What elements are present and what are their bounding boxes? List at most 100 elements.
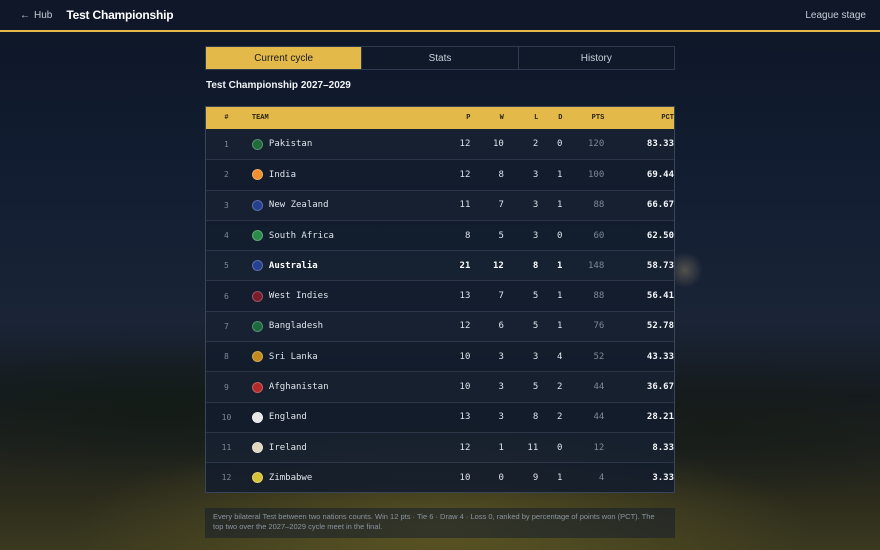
team-cell: India [247,169,405,181]
table-body: 1 Pakistan 12 10 2 0 120 83.33 2 India 12 8 3 1 100 69.… [206,129,674,493]
south-africa-flag-icon [251,230,263,242]
won-cell: 12 [493,260,504,271]
team-name: England [268,412,307,423]
points-cell: 44 [593,382,605,393]
points-cell: 120 [588,139,605,150]
points-cell: 60 [593,230,605,241]
drawn-cell: 1 [557,291,563,302]
afghanistan-flag-icon [251,381,263,393]
tab-bar: Current cycle Stats History [205,46,675,70]
table-row[interactable]: 12 Zimbabwe 10 0 9 1 4 3.33 [206,462,674,492]
won-cell: 8 [498,169,504,180]
drawn-cell: 1 [557,260,563,271]
won-cell: 3 [498,382,504,393]
back-to-hub-button[interactable]: ← Hub [20,10,52,21]
team-name: Zimbabwe [268,472,313,483]
points-cell: 44 [593,412,605,423]
lost-cell: 8 [532,412,539,423]
won-cell: 6 [498,321,504,332]
rank-cell: 7 [224,321,229,331]
drawn-cell: 0 [557,442,563,453]
rank-cell: 2 [224,170,229,180]
table-row[interactable]: 2 India 12 8 3 1 100 69.44 [206,159,674,189]
new-zealand-flag-icon [251,199,263,211]
table-row[interactable]: 8 Sri Lanka 10 3 3 4 52 43.33 [206,341,674,371]
points-cell: 52 [593,351,605,362]
rank-cell: 11 [221,443,232,453]
table-row[interactable]: 11 Ireland 12 1 11 0 12 8.33 [206,431,674,462]
percentage-cell: 43.33 [646,351,675,362]
points-cell: 88 [593,200,605,211]
column-header-rank: # [224,114,229,122]
drawn-cell: 2 [557,382,563,393]
lost-cell: 2 [532,139,539,150]
table-row[interactable]: 9 Afghanistan 10 3 5 2 44 36.67 [206,371,674,401]
team-cell: Sri Lanka [247,351,405,363]
lost-cell: 3 [532,200,539,211]
back-label: Hub [34,9,53,21]
tab-stats[interactable]: Stats [361,47,517,69]
stage-label: League stage [805,9,866,21]
played-cell: 10 [459,472,471,483]
team-name: Sri Lanka [268,351,318,362]
team-name: Australia [268,260,318,271]
won-cell: 1 [498,442,504,453]
played-cell: 12 [459,169,471,180]
team-cell: New Zealand [247,199,405,211]
team-cell: Pakistan [247,138,405,150]
team-cell: England [247,411,405,423]
points-footnote: Every bilateral Test between two nations… [205,508,675,538]
lost-cell: 8 [532,260,539,271]
drawn-cell: 1 [557,200,563,211]
percentage-cell: 62.50 [646,230,675,241]
percentage-cell: 58.73 [646,260,675,271]
column-header-points: PTS [591,114,605,122]
table-row[interactable]: 5 Australia 21 12 8 1 148 58.73 [206,250,674,280]
team-name: Bangladesh [268,321,324,332]
tab-current-cycle[interactable]: Current cycle [206,47,362,69]
table-row[interactable]: 1 Pakistan 12 10 2 0 120 83.33 [206,129,674,159]
won-cell: 5 [498,230,504,241]
table-header: # TEAM P W L D PTS PCT [206,107,674,129]
team-name: Afghanistan [268,382,329,393]
points-cell: 4 [598,472,605,483]
lost-cell: 3 [532,169,539,180]
team-name: West Indies [268,291,329,302]
drawn-cell: 0 [557,139,563,150]
won-cell: 3 [498,412,504,423]
australia-flag-icon [251,260,263,272]
lost-cell: 3 [532,351,539,362]
points-cell: 76 [593,321,605,332]
team-cell: Zimbabwe [247,472,405,484]
table-row[interactable]: 7 Bangladesh 12 6 5 1 76 52.78 [206,310,674,341]
points-cell: 100 [588,169,605,180]
team-name: Ireland [268,442,307,453]
tab-history[interactable]: History [517,47,674,69]
table-row[interactable]: 3 New Zealand 11 7 3 1 88 66.67 [206,189,674,220]
bangladesh-flag-icon [251,320,263,332]
india-flag-icon [251,169,263,181]
played-cell: 8 [464,230,471,241]
percentage-cell: 28.21 [646,412,675,423]
lost-cell: 5 [532,382,539,393]
played-cell: 10 [459,382,471,393]
table-row[interactable]: 10 England 13 3 8 2 44 28.21 [206,401,675,432]
table-row[interactable]: 6 West Indies 13 7 5 1 88 56.41 [206,280,674,310]
percentage-cell: 69.44 [646,169,675,180]
percentage-cell: 56.41 [646,291,675,302]
rank-cell: 9 [224,382,229,392]
rank-cell: 4 [224,231,229,241]
won-cell: 10 [493,139,504,150]
table-row[interactable]: 4 South Africa 8 5 3 0 60 62.50 [206,219,675,250]
column-header-drawn: D [558,114,563,122]
drawn-cell: 1 [557,321,563,332]
arrow-left-icon: ← [20,9,30,21]
team-cell: South Africa [247,230,405,242]
column-header-lost: L [534,114,539,122]
team-cell: Bangladesh [247,320,405,332]
team-name: South Africa [268,230,334,241]
top-bar: ← Hub Test Championship League stage [0,0,880,32]
lost-cell: 5 [532,321,539,332]
column-header-played: P [466,114,471,122]
page-title: Test Championship [66,8,174,22]
